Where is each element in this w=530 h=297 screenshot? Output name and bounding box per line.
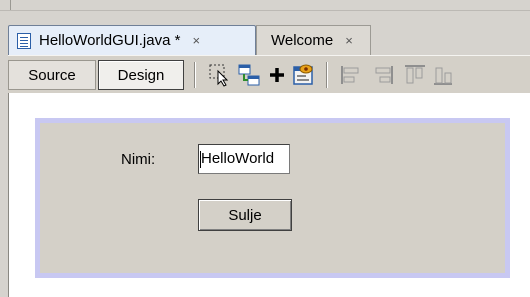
jframe-form[interactable]	[35, 118, 510, 278]
editor-toolbar: Source Design	[8, 55, 530, 93]
tab-label: HelloWorldGUI.java *	[39, 32, 181, 49]
align-left-icon[interactable]	[338, 62, 364, 88]
tab-label: Welcome	[271, 32, 334, 49]
align-top-icon[interactable]	[402, 62, 428, 88]
source-button[interactable]: Source	[8, 60, 96, 90]
align-bottom-icon[interactable]	[432, 62, 452, 88]
splitter-handle	[10, 0, 11, 10]
close-button[interactable]: Sulje	[198, 199, 292, 231]
toolbar-separator	[326, 62, 327, 88]
align-right-icon[interactable]	[370, 62, 396, 88]
name-textfield[interactable]: HelloWorld	[198, 144, 290, 174]
toolbar-separator	[194, 62, 195, 88]
java-file-icon	[17, 32, 31, 49]
name-textfield-value: HelloWorld	[201, 150, 275, 167]
tab-welcome[interactable]: Welcome ×	[256, 25, 371, 55]
preview-design-icon[interactable]	[291, 62, 317, 88]
divider	[0, 10, 530, 11]
panel-border	[8, 93, 9, 297]
close-icon[interactable]: ×	[192, 33, 200, 48]
selection-mode-icon[interactable]	[207, 62, 233, 88]
close-icon[interactable]: ×	[345, 33, 353, 48]
design-button[interactable]: Design	[98, 60, 184, 90]
add-icon[interactable]	[264, 62, 290, 88]
name-label: Nimi:	[121, 151, 156, 168]
tab-helloworldgui[interactable]: HelloWorldGUI.java * ×	[8, 25, 256, 55]
window-top-strip	[0, 0, 530, 22]
connection-mode-icon[interactable]	[236, 62, 262, 88]
